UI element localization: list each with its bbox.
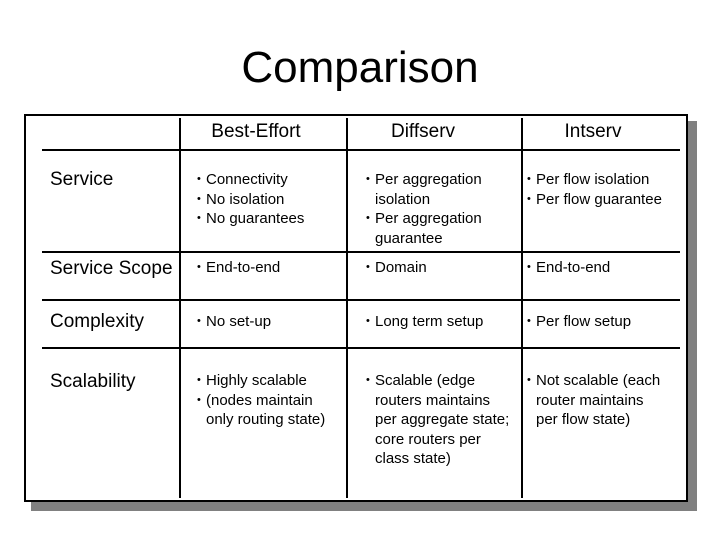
cell-complexity-best-effort: No set-up xyxy=(197,312,271,332)
bullet-item: (nodes maintainonly routing state) xyxy=(197,391,325,430)
bullet-item: Not scalable (eachrouter maintainsper fl… xyxy=(527,371,660,430)
row-divider xyxy=(42,251,680,253)
column-divider xyxy=(179,118,181,498)
row-header-complexity: Complexity xyxy=(50,311,144,332)
bullet-item: Per aggregationisolation xyxy=(366,170,482,209)
cell-service-intserv: Per flow isolationPer flow guarantee xyxy=(527,170,662,209)
cell-service-diffserv: Per aggregationisolationPer aggregationg… xyxy=(366,170,482,248)
column-divider xyxy=(521,118,523,498)
bullet-item: Long term setup xyxy=(366,312,483,332)
cell-scalability-diffserv: Scalable (edgerouters maintainsper aggre… xyxy=(366,371,509,469)
cell-scalability-intserv: Not scalable (eachrouter maintainsper fl… xyxy=(527,371,660,430)
row-divider xyxy=(42,347,680,349)
header-divider xyxy=(42,149,680,151)
bullet-item: No isolation xyxy=(197,190,304,210)
column-header-diffserv: Diffserv xyxy=(390,121,456,142)
row-divider xyxy=(42,299,680,301)
bullet-item: End-to-end xyxy=(197,258,280,278)
bullet-item: Highly scalable xyxy=(197,371,325,391)
bullet-item: Per flow setup xyxy=(527,312,631,332)
bullet-item: Domain xyxy=(366,258,427,278)
cell-service-best-effort: ConnectivityNo isolationNo guarantees xyxy=(197,170,304,229)
row-header-scalability: Scalability xyxy=(50,371,136,392)
cell-service-scope-intserv: End-to-end xyxy=(527,258,610,278)
cell-service-scope-best-effort: End-to-end xyxy=(197,258,280,278)
cell-complexity-diffserv: Long term setup xyxy=(366,312,483,332)
bullet-item: Per flow isolation xyxy=(527,170,662,190)
bullet-item: No guarantees xyxy=(197,209,304,229)
cell-service-scope-diffserv: Domain xyxy=(366,258,427,278)
column-header-best-effort: Best-Effort xyxy=(211,121,301,142)
bullet-item: Per aggregationguarantee xyxy=(366,209,482,248)
column-header-intserv: Intserv xyxy=(564,121,622,142)
column-divider xyxy=(346,118,348,498)
bullet-item: Scalable (edgerouters maintainsper aggre… xyxy=(366,371,509,469)
cell-complexity-intserv: Per flow setup xyxy=(527,312,631,332)
bullet-item: Connectivity xyxy=(197,170,304,190)
slide-title: Comparison xyxy=(241,43,479,92)
row-header-service-scope: Service Scope xyxy=(50,258,173,279)
bullet-item: No set-up xyxy=(197,312,271,332)
bullet-item: Per flow guarantee xyxy=(527,190,662,210)
bullet-item: End-to-end xyxy=(527,258,610,278)
cell-scalability-best-effort: Highly scalable(nodes maintainonly routi… xyxy=(197,371,325,430)
row-header-service: Service xyxy=(50,169,114,190)
